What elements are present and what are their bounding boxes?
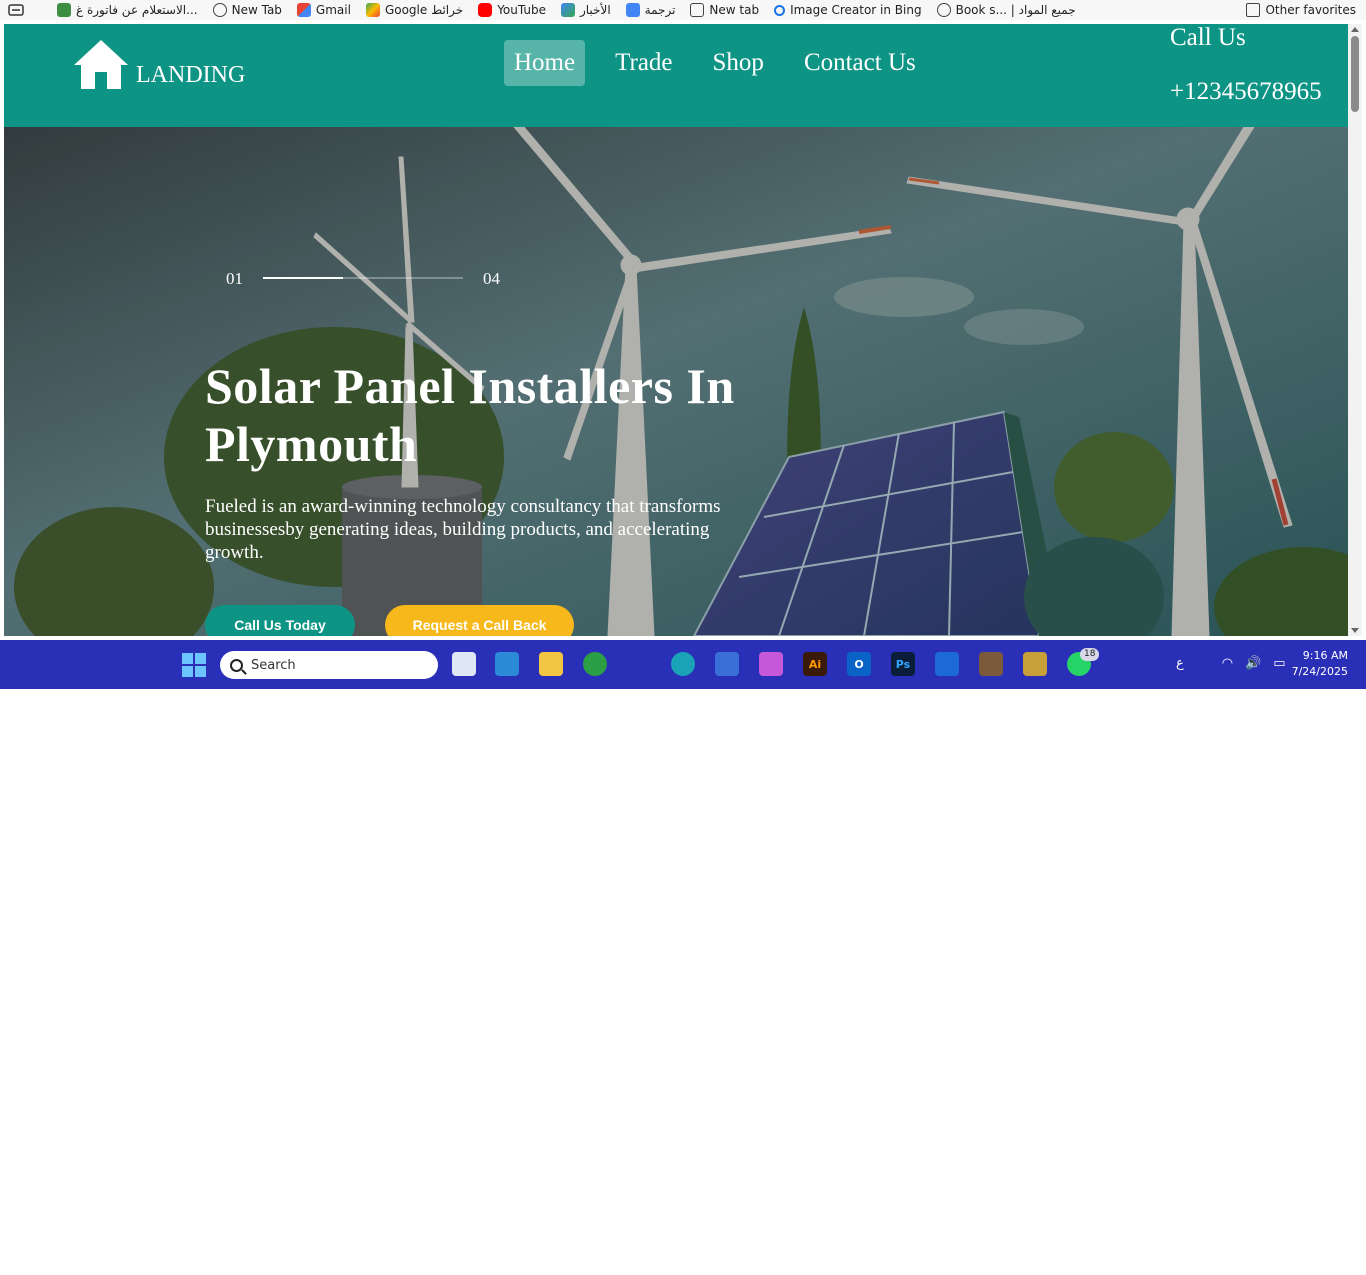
page-viewport: LANDING Home Trade Shop Contact Us Call …: [4, 24, 1348, 636]
page-scrollbar[interactable]: [1348, 24, 1362, 636]
favorite-item[interactable]: New Tab: [212, 0, 282, 20]
nav-home[interactable]: Home: [504, 40, 586, 86]
search-icon: [230, 658, 243, 672]
request-call-back-button[interactable]: Request a Call Back: [385, 605, 574, 636]
slide-total[interactable]: 04: [483, 269, 500, 289]
favorite-item[interactable]: Gmail: [296, 0, 351, 20]
wifi-icon[interactable]: [1196, 656, 1210, 671]
chrome-icon[interactable]: [583, 652, 607, 676]
illustrator-icon[interactable]: Ai: [803, 652, 827, 676]
gmail-icon: [296, 3, 311, 17]
vscode-icon[interactable]: [495, 652, 519, 676]
favorite-item[interactable]: Google خرائط: [365, 0, 463, 20]
slider-progress: [263, 277, 343, 279]
favorite-item[interactable]: Image Creator in Bing: [774, 0, 922, 20]
favorites-bar: الاستعلام عن فاتورة غ... New Tab Gmail G…: [0, 0, 1366, 20]
nav-contact-us[interactable]: Contact Us: [794, 40, 926, 86]
wifi-icon[interactable]: ◠: [1222, 656, 1233, 671]
start-button[interactable]: [182, 653, 206, 677]
globe-icon: [212, 3, 227, 17]
nav-trade[interactable]: Trade: [605, 40, 682, 86]
call-us-label: Call Us: [1170, 24, 1246, 51]
bing-search-icon: [774, 4, 786, 16]
favorite-item[interactable]: YouTube: [478, 0, 546, 20]
nav-shop[interactable]: Shop: [703, 40, 774, 86]
system-tray: ع ◠ 🔊 ▭: [1176, 656, 1286, 671]
favorite-item[interactable]: ترجمة: [625, 0, 675, 20]
volume-icon[interactable]: 🔊: [1245, 656, 1261, 671]
scroll-up-icon[interactable]: [1351, 27, 1359, 32]
game-icon[interactable]: [979, 652, 1003, 676]
logo-text: LANDING: [136, 62, 246, 88]
phone-number[interactable]: +12345678965: [1170, 78, 1322, 106]
news-icon: [560, 3, 575, 17]
clock-date: 7/24/2025: [1291, 665, 1348, 678]
home-icon: [74, 40, 128, 89]
language-indicator[interactable]: ع: [1176, 656, 1184, 671]
photoshop-icon[interactable]: Ps: [891, 652, 915, 676]
maps-icon: [365, 3, 380, 17]
watermark: mostaql.com: [600, 1235, 847, 1275]
copilot-icon[interactable]: [759, 652, 783, 676]
call-us-today-button[interactable]: Call Us Today: [205, 605, 355, 636]
search-placeholder: Search: [251, 657, 296, 673]
favorite-item[interactable]: الاستعلام عن فاتورة غ...: [57, 0, 198, 20]
scroll-down-icon[interactable]: [1351, 628, 1359, 633]
notification-badge: 18: [1080, 648, 1100, 661]
newtab-icon: [690, 3, 705, 17]
leaf-icon: [57, 3, 71, 17]
clock-time: 9:16 AM: [1302, 649, 1348, 662]
file-explorer-icon[interactable]: [539, 652, 563, 676]
hero-title: Solar Panel Installers In Plymouth: [205, 358, 735, 472]
taskbar-search[interactable]: Search: [220, 651, 438, 679]
task-view-icon[interactable]: [452, 652, 476, 676]
taskbar: Search Ai O Ps 18 mostaql.com ع ◠ 🔊 ▭ 9:…: [0, 640, 1366, 1275]
slide-current[interactable]: 01: [226, 269, 243, 289]
site-header: LANDING Home Trade Shop Contact Us Call …: [4, 24, 1348, 127]
folder-icon: [1246, 3, 1261, 17]
security-shield-icon[interactable]: [935, 652, 959, 676]
logo[interactable]: LANDING: [72, 38, 245, 90]
reading-view-icon[interactable]: [8, 0, 42, 20]
favorite-item[interactable]: New tab: [690, 0, 759, 20]
other-favorites[interactable]: Other favorites: [1246, 0, 1356, 20]
game-icon[interactable]: [1023, 652, 1047, 676]
edge-icon[interactable]: [671, 652, 695, 676]
slider-track[interactable]: [263, 277, 463, 279]
favorite-item[interactable]: الأخبار: [560, 0, 611, 20]
hero-description: Fueled is an award-winning technology co…: [205, 496, 721, 563]
outlook-icon[interactable]: O: [847, 652, 871, 676]
battery-icon[interactable]: ▭: [1273, 656, 1285, 671]
favorite-item[interactable]: Book s... | جميع المواد: [936, 0, 1076, 20]
youtube-icon: [478, 3, 493, 17]
main-nav: Home Trade Shop Contact Us: [504, 40, 936, 86]
store-icon[interactable]: [715, 652, 739, 676]
translate-icon: [625, 3, 640, 17]
clock[interactable]: 9:16 AM 7/24/2025: [1292, 648, 1348, 680]
hero-section: 01 04 Solar Panel Installers In Plymouth…: [4, 127, 1348, 636]
globe-icon: [936, 3, 951, 17]
scroll-thumb[interactable]: [1351, 36, 1359, 112]
